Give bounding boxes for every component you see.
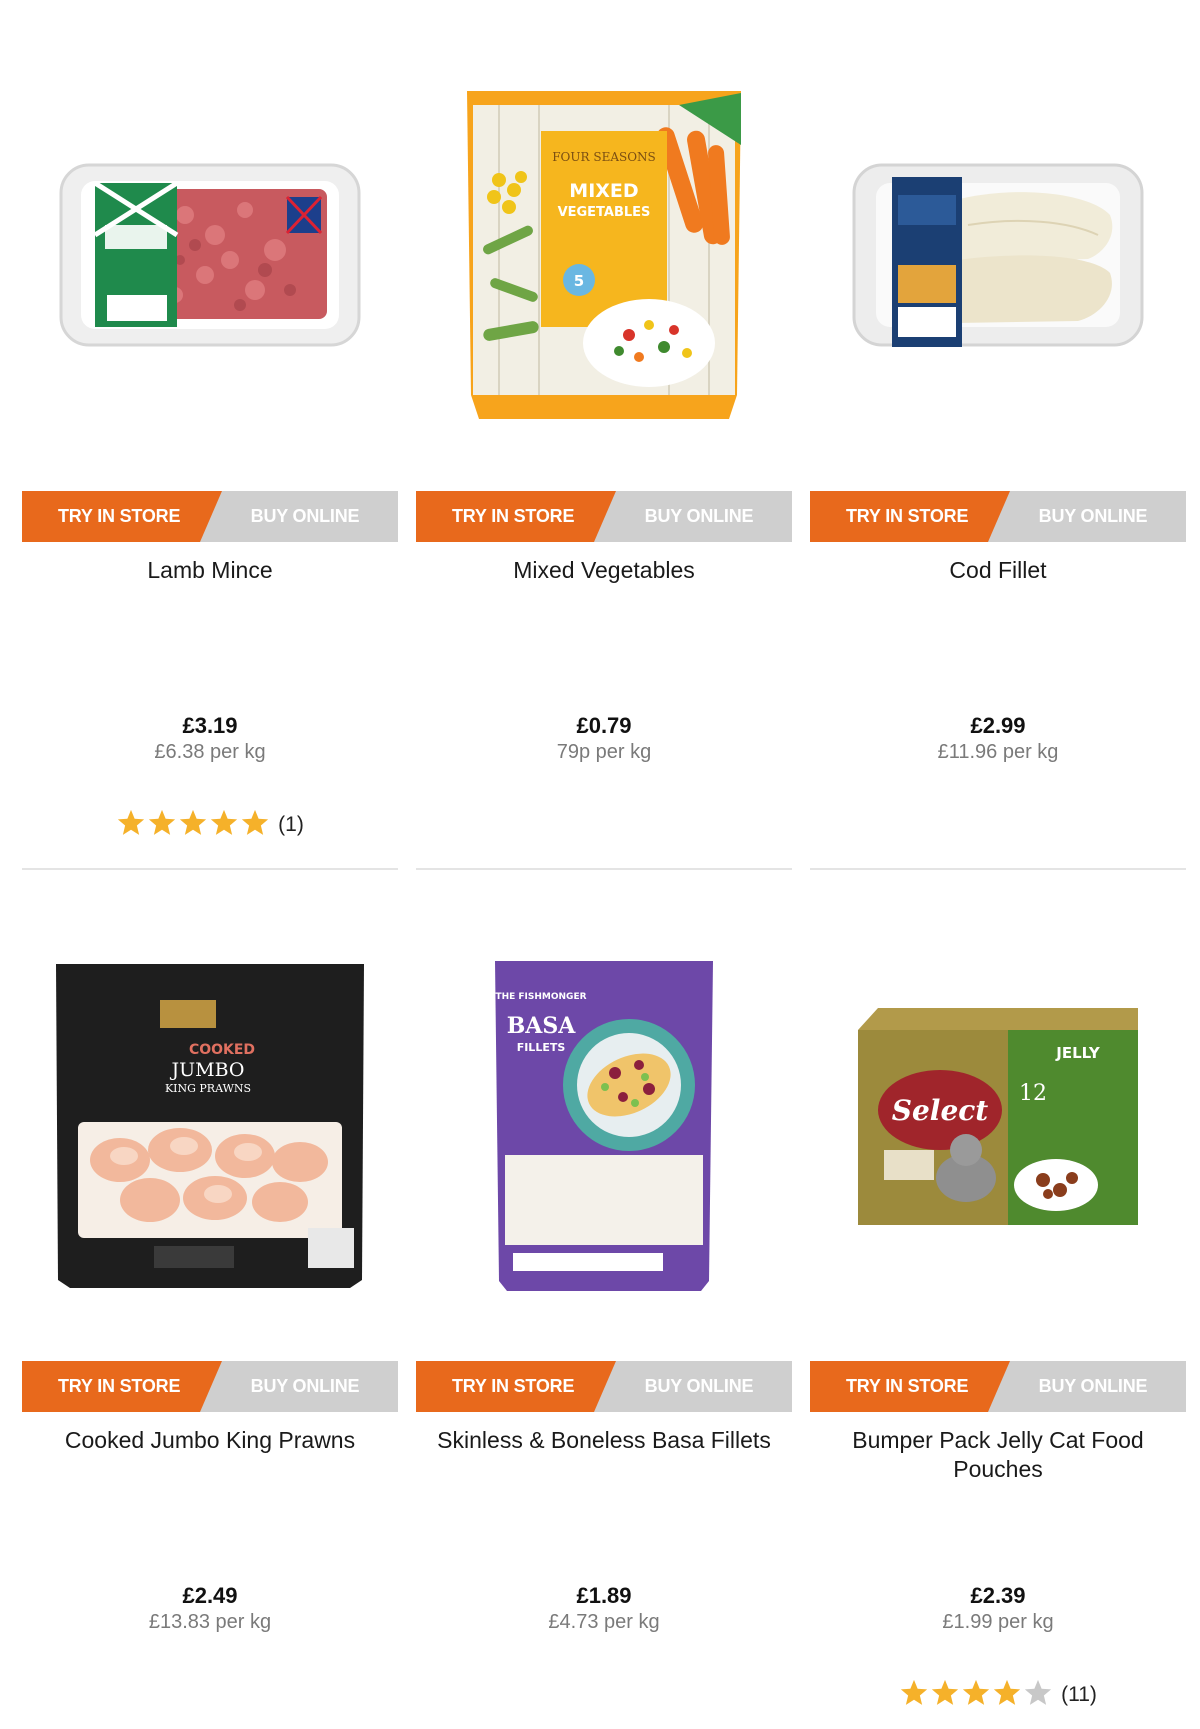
box-brand-text: Select	[892, 1094, 989, 1127]
mixed-vegetables-bag-image: FOUR SEASONS MIXED VEGETABLES 5	[467, 91, 741, 419]
rating[interactable]: (1)	[22, 808, 398, 838]
product-image[interactable]: COOKED JUMBO KING PRAWNS	[22, 925, 398, 1325]
king-prawns-pack-image: COOKED JUMBO KING PRAWNS	[56, 964, 364, 1288]
bag-subtitle-text: VEGETABLES	[558, 205, 651, 220]
try-in-store-button[interactable]: TRY IN STORE	[22, 1361, 222, 1412]
star-rating	[116, 808, 270, 838]
product-name[interactable]: Lamb Mince	[22, 556, 398, 585]
star-filled-icon	[931, 1679, 959, 1705]
product-price: £3.19	[182, 713, 238, 738]
action-buttons: TRY IN STORE BUY ONLINE	[416, 1361, 792, 1412]
buy-online-button[interactable]: BUY ONLINE	[222, 491, 398, 542]
star-filled-icon	[149, 809, 176, 835]
pack-title-text: COOKED	[189, 1042, 255, 1058]
product-name[interactable]: Cooked Jumbo King Prawns	[22, 1426, 398, 1455]
try-in-store-button[interactable]: TRY IN STORE	[810, 1361, 1010, 1412]
product-card[interactable]: THE FISHMONGER BASA FILLETS TRY IN STORE…	[416, 870, 792, 1729]
unit-price: £6.38 per kg	[154, 741, 266, 763]
action-buttons: TRY IN STORE BUY ONLINE	[810, 1361, 1186, 1412]
product-price: £0.79	[576, 713, 632, 738]
action-buttons: TRY IN STORE BUY ONLINE	[22, 491, 398, 542]
star-filled-icon	[211, 809, 238, 835]
unit-price: £13.83 per kg	[148, 1611, 272, 1633]
pack-subtitle-text: JUMBO	[170, 1059, 245, 1081]
product-image[interactable]: FOUR SEASONS MIXED VEGETABLES 5	[416, 55, 792, 455]
product-name[interactable]: Bumper Pack Jelly Cat Food Pouches	[810, 1426, 1186, 1484]
basa-fillets-pack-image: THE FISHMONGER BASA FILLETS	[495, 961, 713, 1291]
product-image[interactable]: JELLY 12 Select	[810, 925, 1186, 1325]
pack-line3-text: KING PRAWNS	[165, 1082, 251, 1095]
pack-title-text: BASA	[507, 1013, 577, 1039]
unit-price: £11.96 per kg	[937, 741, 1059, 763]
star-filled-icon	[118, 809, 145, 835]
product-price: £2.39	[970, 1583, 1026, 1608]
unit-price: 79p per kg	[556, 741, 652, 763]
bag-title-text: MIXED	[569, 180, 638, 202]
lamb-mince-pack-image	[59, 163, 361, 347]
buy-online-button[interactable]: BUY ONLINE	[616, 491, 792, 542]
buy-online-button[interactable]: BUY ONLINE	[1010, 1361, 1186, 1412]
product-price: £2.99	[970, 713, 1026, 738]
buy-online-button[interactable]: BUY ONLINE	[1010, 491, 1186, 542]
five-a-day-badge: 5	[574, 272, 584, 290]
product-image[interactable]: THE FISHMONGER BASA FILLETS	[416, 925, 792, 1325]
box-count-text: 12	[1019, 1081, 1047, 1106]
product-price: £2.49	[182, 1583, 238, 1608]
product-image[interactable]	[22, 55, 398, 455]
product-card[interactable]: JELLY 12 Select TRY IN STORE BUY ONLINE …	[810, 870, 1186, 1729]
product-price: £1.89	[576, 1583, 632, 1608]
star-filled-icon	[993, 1679, 1021, 1705]
product-card[interactable]: TRY IN STORE BUY ONLINE Cod Fillet £2.99…	[810, 0, 1186, 870]
pack-brand-text: THE FISHMONGER	[495, 992, 586, 1002]
product-name[interactable]: Cod Fillet	[810, 556, 1186, 585]
star-rating	[899, 1678, 1053, 1708]
star-filled-icon	[180, 809, 207, 835]
star-filled-icon	[900, 1679, 928, 1705]
rating-count: (1)	[278, 813, 304, 836]
buy-online-button[interactable]: BUY ONLINE	[616, 1361, 792, 1412]
product-image[interactable]	[810, 55, 1186, 455]
buy-online-button[interactable]: BUY ONLINE	[222, 1361, 398, 1412]
star-filled-icon	[242, 809, 269, 835]
product-name[interactable]: Skinless & Boneless Basa Fillets	[416, 1426, 792, 1455]
pack-subtitle-text: FILLETS	[517, 1041, 566, 1054]
star-filled-icon	[962, 1679, 990, 1705]
product-card[interactable]: TRY IN STORE BUY ONLINE Lamb Mince £3.19…	[22, 0, 398, 870]
product-grid-row-2: COOKED JUMBO KING PRAWNS TRY IN STORE BU…	[22, 870, 1187, 1729]
try-in-store-button[interactable]: TRY IN STORE	[810, 491, 1010, 542]
action-buttons: TRY IN STORE BUY ONLINE	[810, 491, 1186, 542]
rating-count: (11)	[1061, 1683, 1097, 1706]
try-in-store-button[interactable]: TRY IN STORE	[22, 491, 222, 542]
product-grid-row-1: TRY IN STORE BUY ONLINE Lamb Mince £3.19…	[22, 0, 1187, 870]
unit-price: £1.99 per kg	[942, 1611, 1054, 1633]
try-in-store-button[interactable]: TRY IN STORE	[416, 1361, 616, 1412]
product-name[interactable]: Mixed Vegetables	[416, 556, 792, 585]
cat-food-box-image: JELLY 12 Select	[858, 1008, 1138, 1225]
rating[interactable]: (11)	[810, 1678, 1186, 1708]
unit-price: £4.73 per kg	[548, 1611, 660, 1633]
bag-brand-text: FOUR SEASONS	[552, 150, 656, 164]
cod-fillet-tray-image	[852, 163, 1144, 347]
action-buttons: TRY IN STORE BUY ONLINE	[22, 1361, 398, 1412]
star-empty-icon	[1024, 1679, 1052, 1705]
product-card[interactable]: FOUR SEASONS MIXED VEGETABLES 5 TRY IN S…	[416, 0, 792, 870]
box-tag-text: JELLY	[1055, 1044, 1101, 1062]
action-buttons: TRY IN STORE BUY ONLINE	[416, 491, 792, 542]
product-card[interactable]: COOKED JUMBO KING PRAWNS TRY IN STORE BU…	[22, 870, 398, 1729]
try-in-store-button[interactable]: TRY IN STORE	[416, 491, 616, 542]
